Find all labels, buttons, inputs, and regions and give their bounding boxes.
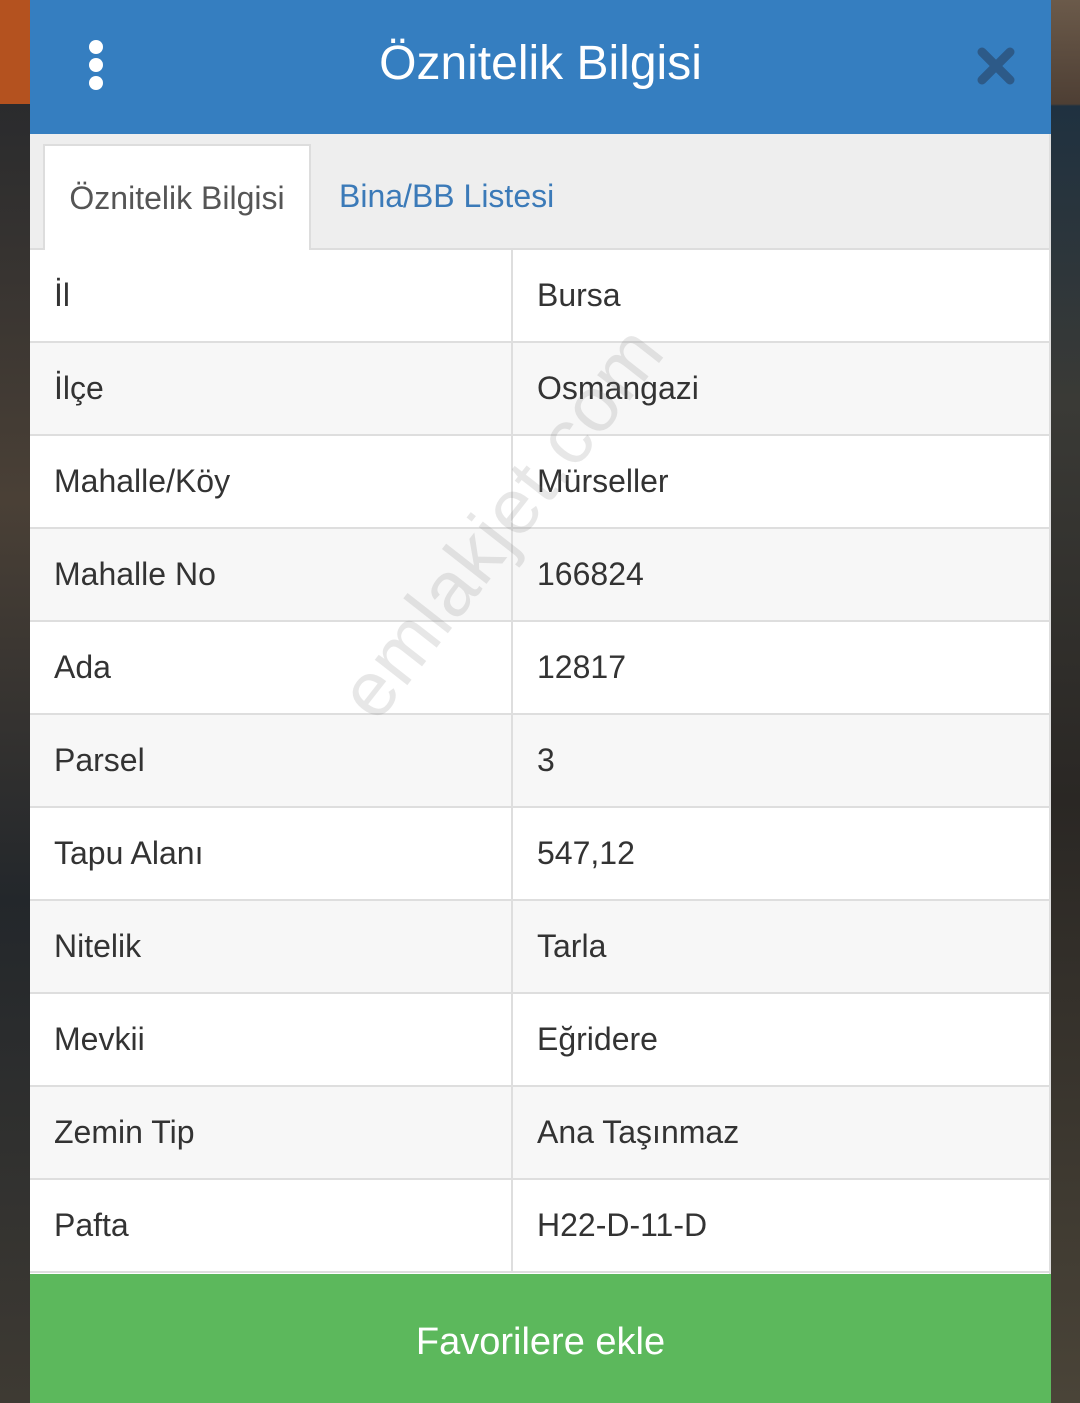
row-value: H22-D-11-D <box>537 1207 708 1243</box>
close-icon[interactable] <box>974 44 1018 88</box>
row-value: Osmangazi <box>537 370 699 406</box>
row-label: Mahalle No <box>30 529 513 620</box>
tab-building-list[interactable]: Bina/BB Listesi <box>339 144 554 248</box>
row-label: Mevkii <box>30 994 513 1085</box>
row-label: Pafta <box>30 1180 513 1271</box>
row-label: Zemin Tip <box>30 1087 513 1178</box>
row-value: 547,12 <box>537 835 635 871</box>
row-value: Tarla <box>537 928 607 964</box>
table-row: Tapu Alanı 547,12 <box>30 808 1049 901</box>
table-row: Parsel 3 <box>30 715 1049 808</box>
background-map-right <box>1050 0 1080 1403</box>
table-row: İl Bursa <box>30 250 1049 343</box>
row-value: 166824 <box>537 556 644 592</box>
table-right-border <box>1049 134 1051 1274</box>
dialog-header: Öznitelik Bilgisi <box>30 0 1051 134</box>
row-label: İlçe <box>30 343 513 434</box>
table-row: İlçe Osmangazi <box>30 343 1049 436</box>
row-value: Ana Taşınmaz <box>537 1114 740 1150</box>
row-value: Eğridere <box>537 1021 658 1057</box>
row-label: Tapu Alanı <box>30 808 513 899</box>
background-map-left <box>0 0 30 1403</box>
table-row: Pafta H22-D-11-D <box>30 1180 1049 1273</box>
row-label: Mahalle/Köy <box>30 436 513 527</box>
tab-bar: Öznitelik Bilgisi Bina/BB Listesi <box>30 134 1051 250</box>
table-row: Zemin Tip Ana Taşınmaz <box>30 1087 1049 1180</box>
table-row: Nitelik Tarla <box>30 901 1049 994</box>
row-label: Ada <box>30 622 513 713</box>
row-value: 12817 <box>537 649 626 685</box>
row-value: Mürseller <box>537 463 669 499</box>
attribute-table: İl Bursa İlçe Osmangazi Mahalle/Köy Mürs… <box>30 250 1049 1273</box>
attribute-dialog: Öznitelik Bilgisi Öznitelik Bilgisi Bina… <box>30 0 1051 1403</box>
add-to-favorites-button[interactable]: Favorilere ekle <box>30 1274 1051 1403</box>
tab-attribute-info[interactable]: Öznitelik Bilgisi <box>43 144 311 250</box>
table-row: Mahalle/Köy Mürseller <box>30 436 1049 529</box>
table-row: Ada 12817 <box>30 622 1049 715</box>
row-value: 3 <box>537 742 555 778</box>
row-label: Nitelik <box>30 901 513 992</box>
row-label: Parsel <box>30 715 513 806</box>
row-value: Bursa <box>537 277 621 313</box>
table-row: Mahalle No 166824 <box>30 529 1049 622</box>
row-label: İl <box>30 250 513 341</box>
dialog-title: Öznitelik Bilgisi <box>379 37 702 90</box>
table-row: Mevkii Eğridere <box>30 994 1049 1087</box>
